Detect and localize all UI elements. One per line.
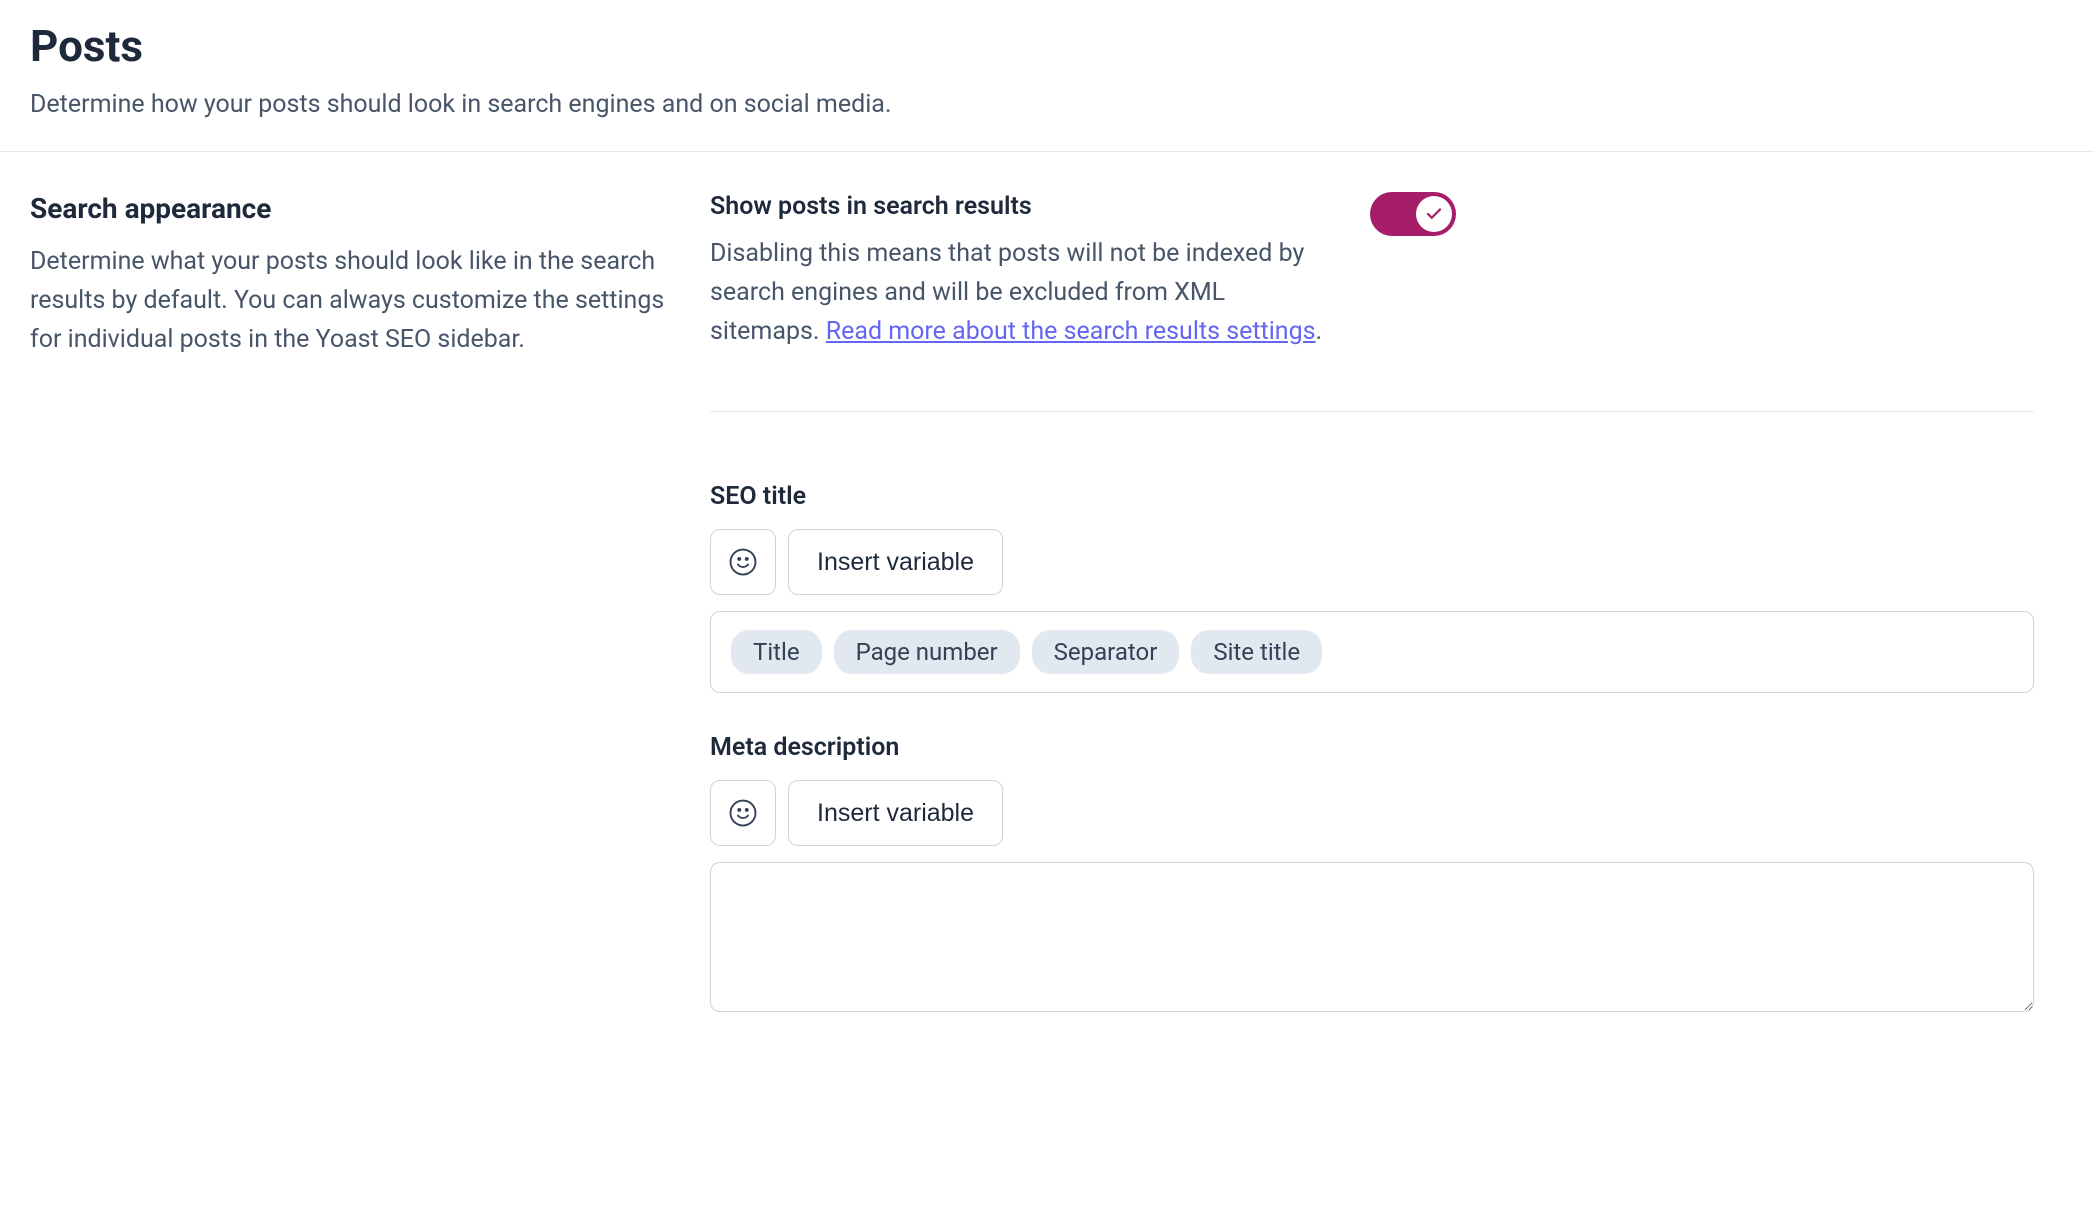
- read-more-link[interactable]: Read more about the search results setti…: [826, 317, 1316, 346]
- meta-description-input[interactable]: [710, 862, 2034, 1012]
- section-title-search-appearance: Search appearance: [30, 192, 670, 225]
- smile-icon: [728, 798, 758, 828]
- section-description-search-appearance: Determine what your posts should look li…: [30, 243, 670, 359]
- variable-tag-page-number[interactable]: Page number: [834, 630, 1020, 674]
- seo-title-input[interactable]: Title Page number Separator Site title: [710, 611, 2034, 693]
- insert-variable-button-seo-title[interactable]: Insert variable: [788, 529, 1003, 595]
- emoji-picker-button-meta-description[interactable]: [710, 780, 776, 846]
- toggle-knob: [1416, 196, 1452, 232]
- page-title: Posts: [30, 20, 2064, 72]
- page-subtitle: Determine how your posts should look in …: [30, 90, 2064, 119]
- check-icon: [1425, 205, 1443, 223]
- variable-tag-separator[interactable]: Separator: [1032, 630, 1180, 674]
- toggle-description: Disabling this means that posts will not…: [710, 235, 1330, 351]
- field-label-meta-description: Meta description: [710, 733, 2034, 762]
- toggle-show-posts[interactable]: [1370, 192, 1456, 236]
- smile-icon: [728, 547, 758, 577]
- variable-tag-site-title[interactable]: Site title: [1191, 630, 1322, 674]
- divider: [710, 411, 2034, 412]
- field-label-seo-title: SEO title: [710, 482, 2034, 511]
- toggle-label-show-posts: Show posts in search results: [710, 192, 1330, 221]
- emoji-picker-button-seo-title[interactable]: [710, 529, 776, 595]
- variable-tag-title[interactable]: Title: [731, 630, 822, 674]
- insert-variable-button-meta-description[interactable]: Insert variable: [788, 780, 1003, 846]
- toggle-description-suffix: .: [1316, 317, 1323, 346]
